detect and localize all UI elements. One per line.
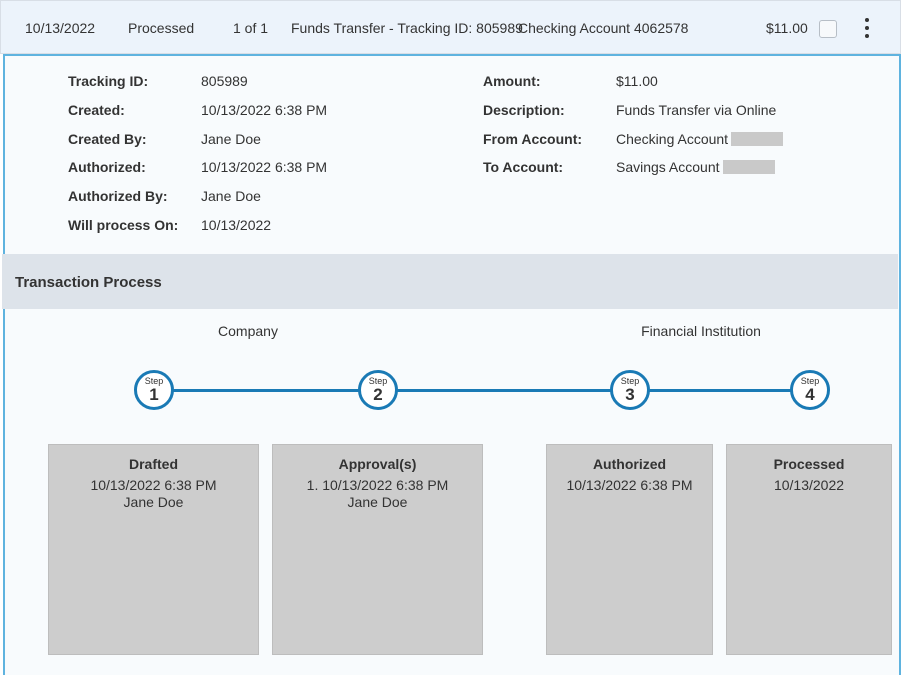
row-description: Funds Transfer - Tracking ID: 805989 <box>291 20 523 36</box>
amount-label: Amount: <box>483 73 541 89</box>
step-number: 2 <box>373 385 383 404</box>
step-card-date: 10/13/2022 6:38 PM <box>90 477 217 493</box>
authorized-by-label: Authorized By: <box>68 188 168 204</box>
row-status: Processed <box>128 20 195 36</box>
to-account-value: Savings Account <box>616 159 720 175</box>
amount-value: $11.00 <box>616 73 658 89</box>
step-card-date: 10/13/2022 6:38 PM <box>566 477 693 493</box>
group-company: Company <box>218 323 278 339</box>
authorized-value: 10/13/2022 6:38 PM <box>201 159 328 175</box>
authorized-by-value: Jane Doe <box>201 188 261 204</box>
kebab-menu-icon[interactable] <box>857 18 877 40</box>
step-card-date: 10/13/2022 <box>773 477 845 493</box>
step-indicator-3: Step 3 <box>610 370 650 410</box>
transaction-row-header[interactable]: 10/13/2022 Processed 1 of 1 Funds Transf… <box>0 0 901 54</box>
step-connector-1-2 <box>154 389 378 392</box>
to-account-label: To Account: <box>483 159 564 175</box>
row-count: 1 of 1 <box>233 20 269 36</box>
step-card-title: Authorized <box>592 456 667 472</box>
from-account-label: From Account: <box>483 131 583 147</box>
to-account-field: Savings Account <box>616 159 775 175</box>
created-value: 10/13/2022 6:38 PM <box>201 102 328 118</box>
step-card-date: 1. 10/13/2022 6:38 PM <box>306 477 449 493</box>
step-indicator-1: Step 1 <box>134 370 174 410</box>
redacted-account-number <box>731 132 784 146</box>
will-process-on-label: Will process On: <box>68 217 179 233</box>
from-account-field: Checking Account <box>616 131 784 147</box>
checkbox-icon[interactable] <box>819 20 837 38</box>
step-number: 4 <box>805 385 815 404</box>
step-card-authorized: Authorized 10/13/2022 6:38 PM <box>546 444 713 655</box>
created-by-label: Created By: <box>68 131 147 147</box>
transaction-process-title: Transaction Process <box>15 274 162 291</box>
authorized-label: Authorized: <box>68 159 146 175</box>
tracking-id-label: Tracking ID: <box>68 73 149 89</box>
redacted-account-number <box>722 160 775 174</box>
will-process-on-value: 10/13/2022 <box>201 217 272 233</box>
from-account-value: Checking Account <box>616 131 729 147</box>
row-date: 10/13/2022 <box>25 20 96 36</box>
tracking-id-value: 805989 <box>201 73 248 89</box>
description-value: Funds Transfer via Online <box>616 102 777 118</box>
step-card-processed: Processed 10/13/2022 <box>726 444 892 655</box>
step-card-title: Approval(s) <box>338 456 417 472</box>
step-number: 3 <box>625 385 635 404</box>
step-number: 1 <box>149 385 159 404</box>
row-amount: $11.00 <box>766 20 808 36</box>
step-card-title: Drafted <box>128 456 178 472</box>
created-by-value: Jane Doe <box>201 131 261 147</box>
step-card-drafted: Drafted 10/13/2022 6:38 PM Jane Doe <box>48 444 259 655</box>
step-card-approvals: Approval(s) 1. 10/13/2022 6:38 PM Jane D… <box>272 444 483 655</box>
step-connector-2-3 <box>378 389 630 392</box>
step-indicator-4: Step 4 <box>790 370 830 410</box>
step-indicator-2: Step 2 <box>358 370 398 410</box>
group-financial-institution: Financial Institution <box>641 323 761 339</box>
step-card-title: Processed <box>773 456 845 472</box>
transaction-process-header: Transaction Process <box>2 254 898 309</box>
created-label: Created: <box>68 102 125 118</box>
step-connector-3-4 <box>630 389 810 392</box>
description-label: Description: <box>483 102 565 118</box>
row-account: Checking Account 4062578 <box>518 20 689 36</box>
step-card-user: Jane Doe <box>347 494 408 510</box>
step-card-user: Jane Doe <box>123 494 184 510</box>
